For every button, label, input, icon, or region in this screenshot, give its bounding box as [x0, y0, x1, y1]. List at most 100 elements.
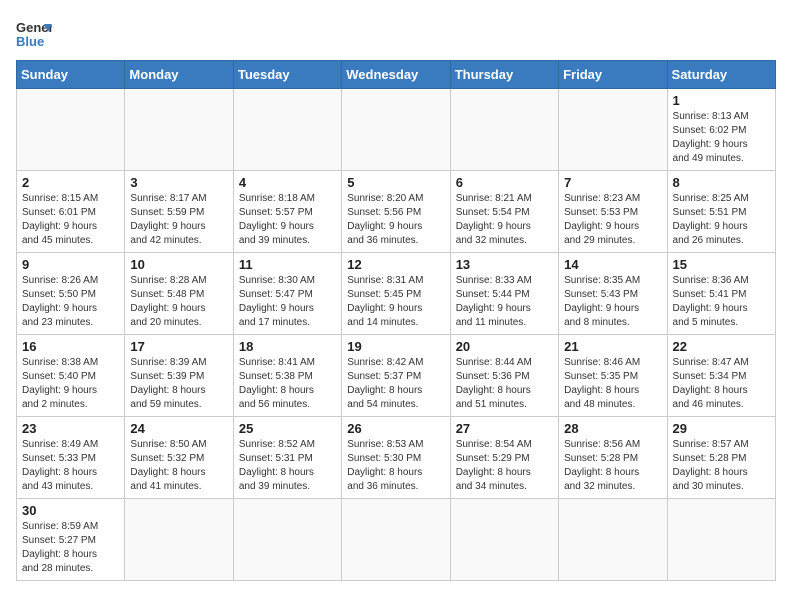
day-info: Sunrise: 8:23 AM Sunset: 5:53 PM Dayligh… [564, 192, 661, 248]
calendar-day-cell: 15 Sunrise: 8:36 AM Sunset: 5:41 PM Dayli… [667, 253, 775, 335]
day-info: Sunrise: 8:59 AM Sunset: 5:27 PM Dayligh… [22, 520, 119, 576]
day-info: Sunrise: 8:54 AM Sunset: 5:29 PM Dayligh… [456, 438, 553, 494]
calendar-day-cell: 7 Sunrise: 8:23 AM Sunset: 5:53 PM Daylig… [559, 171, 667, 253]
calendar-day-cell [17, 89, 125, 171]
calendar-day-cell [559, 499, 667, 581]
logo: General Blue [16, 16, 52, 52]
day-number: 19 [347, 339, 444, 354]
calendar-day-cell [342, 89, 450, 171]
calendar-day-cell: 30 Sunrise: 8:59 AM Sunset: 5:27 PM Dayli… [17, 499, 125, 581]
calendar-day-cell: 2Sunrise: 8:15 AM Sunset: 6:01 PM Daylig… [17, 171, 125, 253]
calendar-week-row: 9Sunrise: 8:26 AM Sunset: 5:50 PM Daylig… [17, 253, 776, 335]
calendar-day-cell [559, 89, 667, 171]
calendar-day-cell: 18 Sunrise: 8:41 AM Sunset: 5:38 PM Dayli… [233, 335, 341, 417]
calendar-day-cell: 11Sunrise: 8:30 AM Sunset: 5:47 PM Dayli… [233, 253, 341, 335]
calendar-day-cell: 4Sunrise: 8:18 AM Sunset: 5:57 PM Daylig… [233, 171, 341, 253]
day-info: Sunrise: 8:56 AM Sunset: 5:28 PM Dayligh… [564, 438, 661, 494]
day-of-week-header: Sunday [17, 61, 125, 89]
day-info: Sunrise: 8:38 AM Sunset: 5:40 PM Dayligh… [22, 356, 119, 412]
day-info: Sunrise: 8:36 AM Sunset: 5:41 PM Dayligh… [673, 274, 770, 330]
day-info: Sunrise: 8:53 AM Sunset: 5:30 PM Dayligh… [347, 438, 444, 494]
day-info: Sunrise: 8:15 AM Sunset: 6:01 PM Dayligh… [22, 192, 119, 248]
day-number: 16 [22, 339, 119, 354]
calendar-week-row: 16 Sunrise: 8:38 AM Sunset: 5:40 PM Dayli… [17, 335, 776, 417]
day-number: 27 [456, 421, 553, 436]
calendar-week-row: 2Sunrise: 8:15 AM Sunset: 6:01 PM Daylig… [17, 171, 776, 253]
calendar-day-cell: 19Sunrise: 8:42 AM Sunset: 5:37 PM Dayli… [342, 335, 450, 417]
calendar-day-cell: 28 Sunrise: 8:56 AM Sunset: 5:28 PM Dayli… [559, 417, 667, 499]
calendar-day-cell: 9Sunrise: 8:26 AM Sunset: 5:50 PM Daylig… [17, 253, 125, 335]
calendar-day-cell: 25 Sunrise: 8:52 AM Sunset: 5:31 PM Dayli… [233, 417, 341, 499]
calendar-day-cell: 26 Sunrise: 8:53 AM Sunset: 5:30 PM Dayli… [342, 417, 450, 499]
day-number: 21 [564, 339, 661, 354]
day-number: 26 [347, 421, 444, 436]
day-info: Sunrise: 8:17 AM Sunset: 5:59 PM Dayligh… [130, 192, 227, 248]
calendar-day-cell: 6 Sunrise: 8:21 AM Sunset: 5:54 PM Daylig… [450, 171, 558, 253]
day-info: Sunrise: 8:31 AM Sunset: 5:45 PM Dayligh… [347, 274, 444, 330]
day-number: 18 [239, 339, 336, 354]
calendar-day-cell [667, 499, 775, 581]
calendar-day-cell: 14 Sunrise: 8:35 AM Sunset: 5:43 PM Dayli… [559, 253, 667, 335]
day-number: 28 [564, 421, 661, 436]
day-number: 4 [239, 175, 336, 190]
day-number: 23 [22, 421, 119, 436]
day-info: Sunrise: 8:52 AM Sunset: 5:31 PM Dayligh… [239, 438, 336, 494]
calendar-day-cell: 21 Sunrise: 8:46 AM Sunset: 5:35 PM Dayli… [559, 335, 667, 417]
calendar-day-cell: 29Sunrise: 8:57 AM Sunset: 5:28 PM Dayli… [667, 417, 775, 499]
svg-text:Blue: Blue [16, 34, 44, 49]
day-info: Sunrise: 8:13 AM Sunset: 6:02 PM Dayligh… [673, 110, 770, 166]
calendar-day-cell [233, 89, 341, 171]
page-header: General Blue [16, 16, 776, 52]
day-number: 12 [347, 257, 444, 272]
day-number: 22 [673, 339, 770, 354]
day-number: 24 [130, 421, 227, 436]
day-number: 20 [456, 339, 553, 354]
day-number: 5 [347, 175, 444, 190]
day-info: Sunrise: 8:46 AM Sunset: 5:35 PM Dayligh… [564, 356, 661, 412]
day-number: 3 [130, 175, 227, 190]
calendar-week-row: 1 Sunrise: 8:13 AM Sunset: 6:02 PM Daylig… [17, 89, 776, 171]
calendar-day-cell [125, 89, 233, 171]
calendar-day-cell [125, 499, 233, 581]
calendar-day-cell: 20 Sunrise: 8:44 AM Sunset: 5:36 PM Dayli… [450, 335, 558, 417]
calendar-day-cell: 24 Sunrise: 8:50 AM Sunset: 5:32 PM Dayli… [125, 417, 233, 499]
day-info: Sunrise: 8:35 AM Sunset: 5:43 PM Dayligh… [564, 274, 661, 330]
day-number: 1 [673, 93, 770, 108]
day-info: Sunrise: 8:25 AM Sunset: 5:51 PM Dayligh… [673, 192, 770, 248]
calendar-day-cell: 1 Sunrise: 8:13 AM Sunset: 6:02 PM Daylig… [667, 89, 775, 171]
day-info: Sunrise: 8:39 AM Sunset: 5:39 PM Dayligh… [130, 356, 227, 412]
day-info: Sunrise: 8:30 AM Sunset: 5:47 PM Dayligh… [239, 274, 336, 330]
calendar-day-cell: 16 Sunrise: 8:38 AM Sunset: 5:40 PM Dayli… [17, 335, 125, 417]
day-info: Sunrise: 8:47 AM Sunset: 5:34 PM Dayligh… [673, 356, 770, 412]
day-number: 6 [456, 175, 553, 190]
day-info: Sunrise: 8:41 AM Sunset: 5:38 PM Dayligh… [239, 356, 336, 412]
day-of-week-header: Tuesday [233, 61, 341, 89]
day-info: Sunrise: 8:20 AM Sunset: 5:56 PM Dayligh… [347, 192, 444, 248]
day-number: 29 [673, 421, 770, 436]
calendar-day-cell [342, 499, 450, 581]
day-number: 7 [564, 175, 661, 190]
day-info: Sunrise: 8:26 AM Sunset: 5:50 PM Dayligh… [22, 274, 119, 330]
day-number: 13 [456, 257, 553, 272]
day-of-week-header: Wednesday [342, 61, 450, 89]
day-info: Sunrise: 8:28 AM Sunset: 5:48 PM Dayligh… [130, 274, 227, 330]
day-info: Sunrise: 8:21 AM Sunset: 5:54 PM Dayligh… [456, 192, 553, 248]
calendar-day-cell: 10 Sunrise: 8:28 AM Sunset: 5:48 PM Dayli… [125, 253, 233, 335]
calendar-day-cell: 13 Sunrise: 8:33 AM Sunset: 5:44 PM Dayli… [450, 253, 558, 335]
calendar-day-cell: 22 Sunrise: 8:47 AM Sunset: 5:34 PM Dayli… [667, 335, 775, 417]
calendar-day-cell [450, 89, 558, 171]
day-number: 14 [564, 257, 661, 272]
day-info: Sunrise: 8:44 AM Sunset: 5:36 PM Dayligh… [456, 356, 553, 412]
calendar-day-cell: 5 Sunrise: 8:20 AM Sunset: 5:56 PM Daylig… [342, 171, 450, 253]
day-info: Sunrise: 8:49 AM Sunset: 5:33 PM Dayligh… [22, 438, 119, 494]
day-of-week-header: Thursday [450, 61, 558, 89]
day-info: Sunrise: 8:33 AM Sunset: 5:44 PM Dayligh… [456, 274, 553, 330]
calendar-day-cell: 27 Sunrise: 8:54 AM Sunset: 5:29 PM Dayli… [450, 417, 558, 499]
day-number: 10 [130, 257, 227, 272]
calendar-header-row: SundayMondayTuesdayWednesdayThursdayFrid… [17, 61, 776, 89]
day-info: Sunrise: 8:50 AM Sunset: 5:32 PM Dayligh… [130, 438, 227, 494]
calendar-day-cell: 23 Sunrise: 8:49 AM Sunset: 5:33 PM Dayli… [17, 417, 125, 499]
day-number: 25 [239, 421, 336, 436]
day-number: 15 [673, 257, 770, 272]
day-number: 30 [22, 503, 119, 518]
